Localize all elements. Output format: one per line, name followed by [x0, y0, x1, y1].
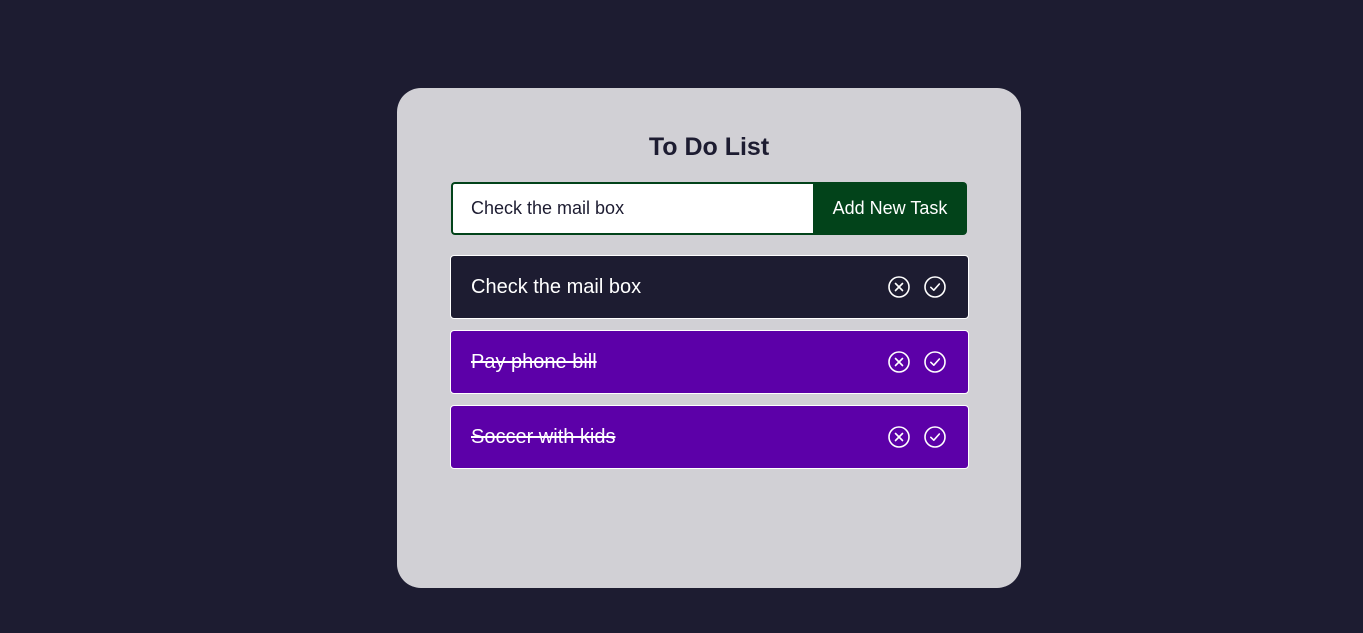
task-item: Pay phone bill — [450, 330, 969, 394]
add-task-form: Add New Task — [451, 182, 967, 235]
task-text: Check the mail box — [471, 275, 642, 298]
add-new-task-button[interactable]: Add New Task — [813, 182, 967, 235]
complete-task-icon[interactable] — [923, 275, 947, 299]
delete-task-icon[interactable] — [887, 275, 911, 299]
todo-card: To Do List Add New Task Check the mail b… — [397, 88, 1021, 588]
task-item: Check the mail box — [450, 255, 969, 319]
task-item: Soccer with kids — [450, 405, 969, 469]
task-list: Check the mail box Pay phone bill Soccer… — [450, 255, 969, 480]
task-text: Pay phone bill — [471, 350, 597, 373]
page-title: To Do List — [648, 133, 770, 161]
delete-task-icon[interactable] — [887, 350, 911, 374]
complete-task-icon[interactable] — [923, 350, 947, 374]
task-input[interactable] — [451, 182, 813, 235]
task-actions — [887, 275, 947, 299]
task-actions — [887, 425, 947, 449]
task-text: Soccer with kids — [471, 425, 616, 448]
task-actions — [887, 350, 947, 374]
delete-task-icon[interactable] — [887, 425, 911, 449]
complete-task-icon[interactable] — [923, 425, 947, 449]
